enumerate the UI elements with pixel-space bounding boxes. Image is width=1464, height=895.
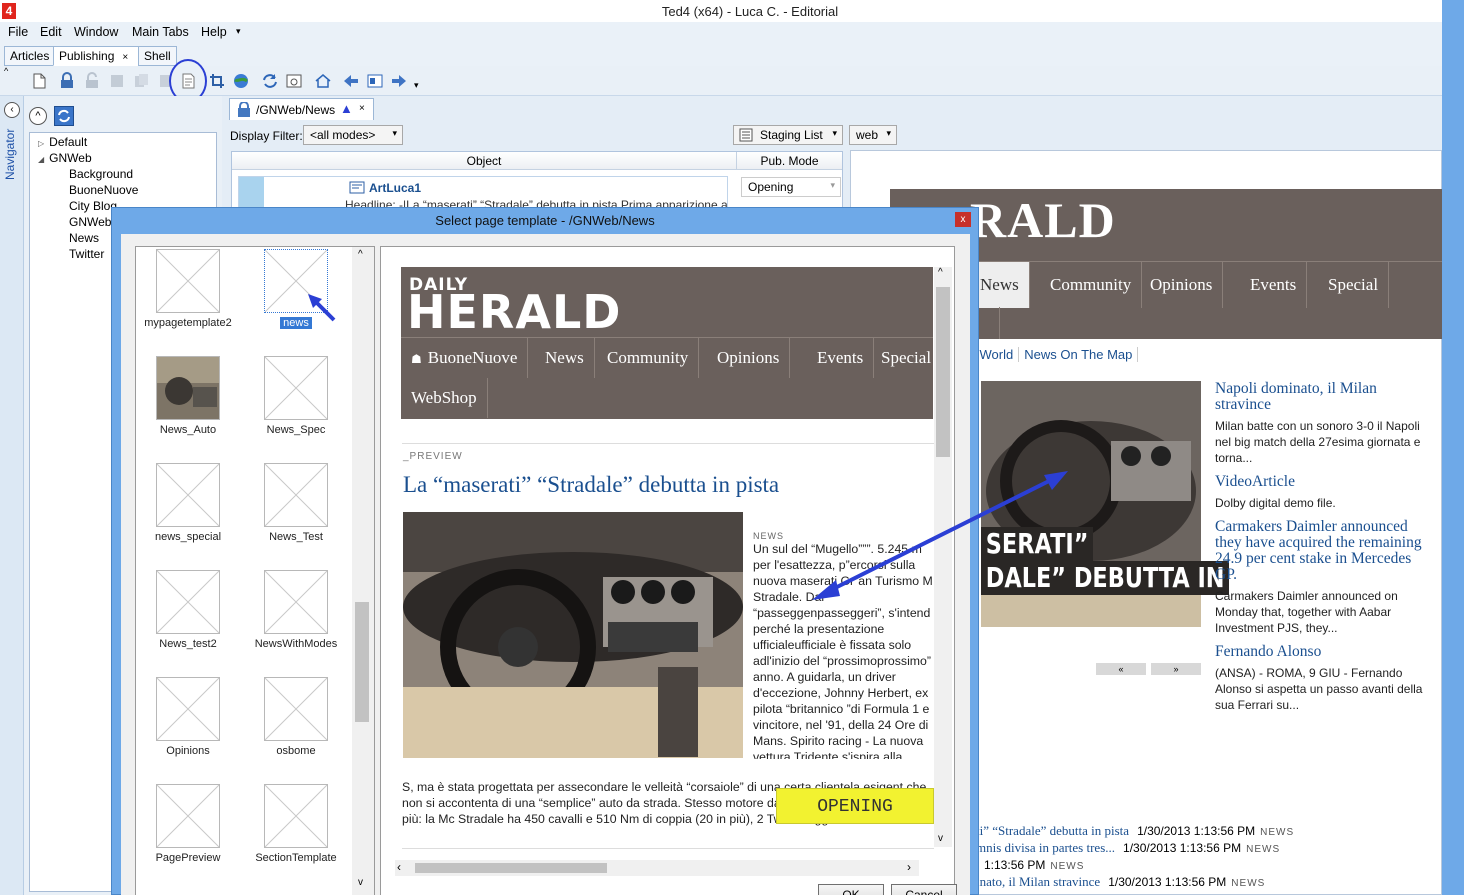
arrowhead-icon: [1044, 471, 1068, 490]
annotation-arrows: [308, 294, 1068, 600]
arrow-preview-link: [824, 476, 1056, 595]
arrowhead-icon: [812, 580, 840, 600]
app-window: 4 Ted4 (x64) - Luca C. - Editorial File …: [0, 0, 1464, 895]
